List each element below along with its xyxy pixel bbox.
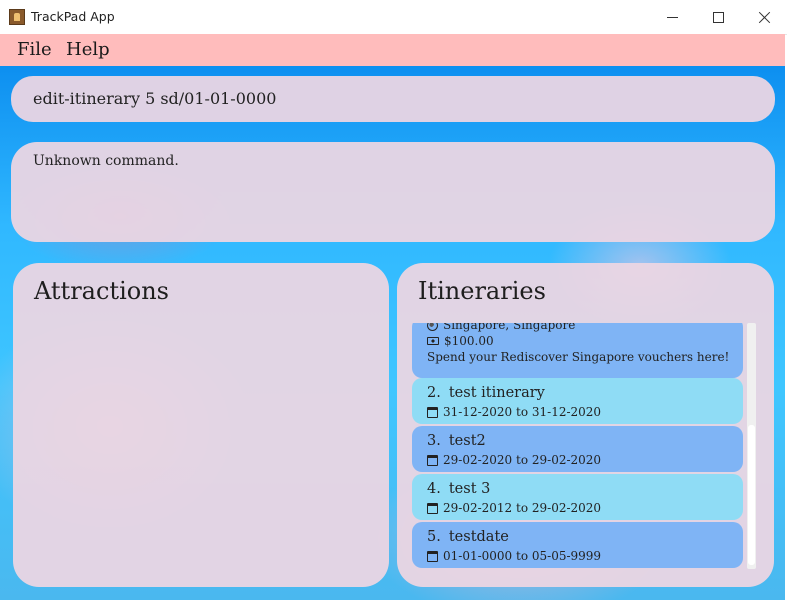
itinerary-card[interactable]: 5. testdate 01-01-0000 to 05-05-9999: [412, 522, 743, 568]
attractions-panel: Attractions: [13, 263, 389, 587]
itinerary-index: 2.: [427, 385, 441, 401]
itineraries-title: Itineraries: [418, 277, 546, 305]
menu-file[interactable]: File: [17, 39, 52, 60]
maximize-icon: [712, 11, 724, 23]
attractions-title: Attractions: [34, 277, 169, 305]
itinerary-location: Singapore, Singapore: [443, 323, 576, 332]
itinerary-dates: 01-01-0000 to 05-05-9999: [443, 549, 602, 563]
itinerary-budget: $100.00: [444, 334, 494, 348]
itinerary-card[interactable]: 3. test2 29-02-2020 to 29-02-2020: [412, 426, 743, 472]
command-input-text: edit-itinerary 5 sd/01-01-0000: [33, 89, 277, 108]
itinerary-dates: 31-12-2020 to 31-12-2020: [443, 405, 602, 419]
itinerary-dates: 29-02-2020 to 29-02-2020: [443, 453, 602, 467]
menu-bar: File Help: [0, 34, 785, 66]
calendar-icon: [427, 502, 438, 514]
itinerary-list[interactable]: Singapore, Singapore $100.00 Spend your …: [412, 323, 760, 569]
itineraries-panel: Itineraries Singapore, Singapore $100.00…: [397, 263, 774, 587]
itinerary-index: 3.: [427, 433, 441, 449]
calendar-icon: [427, 406, 438, 418]
close-icon: [758, 11, 771, 24]
itinerary-name: test 3: [448, 481, 491, 497]
menu-help[interactable]: Help: [66, 39, 110, 60]
window-title: TrackPad App: [31, 9, 115, 24]
scrollbar-thumb[interactable]: [748, 425, 755, 565]
maximize-button[interactable]: [695, 0, 741, 34]
cash-icon: [427, 337, 439, 345]
itinerary-card[interactable]: Singapore, Singapore $100.00 Spend your …: [412, 323, 743, 378]
itinerary-card[interactable]: 4. test 3 29-02-2012 to 29-02-2020: [412, 474, 743, 520]
window-title-bar: TrackPad App: [0, 0, 787, 35]
calendar-icon: [427, 550, 438, 562]
result-display: Unknown command.: [11, 142, 775, 242]
minimize-button[interactable]: [649, 0, 695, 34]
itinerary-scrollbar[interactable]: [747, 323, 756, 569]
main-area: edit-itinerary 5 sd/01-01-0000 Unknown c…: [0, 66, 785, 600]
itinerary-index: 4.: [427, 481, 441, 497]
itinerary-name: test2: [448, 433, 486, 449]
itinerary-name: testdate: [448, 529, 509, 545]
close-button[interactable]: [741, 0, 787, 34]
app-icon: [9, 9, 25, 25]
command-input[interactable]: edit-itinerary 5 sd/01-01-0000: [11, 76, 775, 122]
itinerary-card[interactable]: 2. test itinerary 31-12-2020 to 31-12-20…: [412, 378, 743, 424]
minimize-icon: [666, 16, 678, 18]
itinerary-description: Spend your Rediscover Singapore vouchers…: [427, 350, 730, 364]
result-display-text: Unknown command.: [33, 153, 179, 169]
calendar-icon: [427, 454, 438, 466]
itinerary-index: 5.: [427, 529, 441, 545]
itinerary-name: test itinerary: [448, 385, 545, 401]
itinerary-dates: 29-02-2012 to 29-02-2020: [443, 501, 602, 515]
globe-icon: [427, 323, 438, 331]
